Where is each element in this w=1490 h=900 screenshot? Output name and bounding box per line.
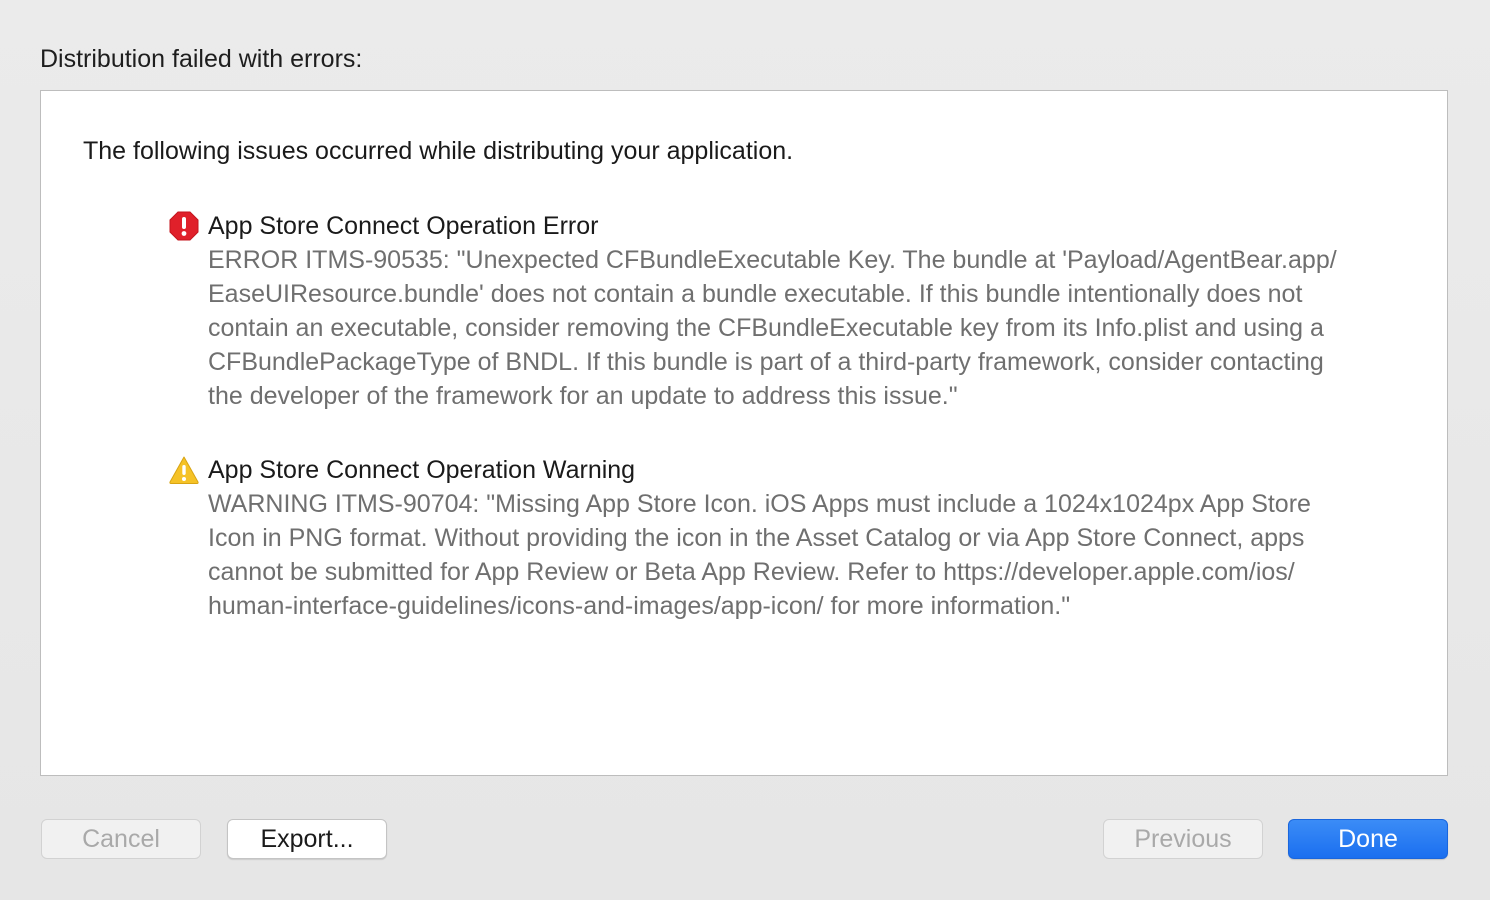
message-line: Icon in PNG format. Without providing th… bbox=[208, 524, 1305, 552]
message-line: contain an executable, consider removing… bbox=[208, 314, 1324, 342]
cancel-button[interactable]: Cancel bbox=[41, 819, 201, 859]
issue-warning-message: WARNING ITMS-90704: "Missing App Store I… bbox=[208, 487, 1440, 623]
dialog-title: Distribution failed with errors: bbox=[40, 45, 363, 73]
issue-error-title: App Store Connect Operation Error bbox=[208, 212, 599, 240]
export-button[interactable]: Export... bbox=[227, 819, 387, 859]
previous-button[interactable]: Previous bbox=[1103, 819, 1263, 859]
issue-error-message: ERROR ITMS-90535: "Unexpected CFBundleEx… bbox=[208, 243, 1440, 413]
message-line: human-interface-guidelines/icons-and-ima… bbox=[208, 592, 1071, 620]
message-line: cannot be submitted for App Review or Be… bbox=[208, 558, 1295, 586]
issue-warning-title: App Store Connect Operation Warning bbox=[208, 456, 636, 484]
error-octagon-icon bbox=[169, 211, 199, 241]
warning-triangle-icon bbox=[169, 456, 199, 484]
issues-panel: The following issues occurred while dist… bbox=[40, 90, 1448, 776]
message-line: ERROR ITMS-90535: "Unexpected CFBundleEx… bbox=[208, 246, 1337, 274]
message-line: EaseUIResource.bundle' does not contain … bbox=[208, 280, 1303, 308]
intro-text: The following issues occurred while dist… bbox=[83, 137, 794, 165]
done-button[interactable]: Done bbox=[1288, 819, 1448, 859]
message-line: WARNING ITMS-90704: "Missing App Store I… bbox=[208, 490, 1311, 518]
message-line: CFBundlePackageType of BNDL. If this bun… bbox=[208, 348, 1324, 376]
message-line: the developer of the framework for an up… bbox=[208, 382, 958, 410]
